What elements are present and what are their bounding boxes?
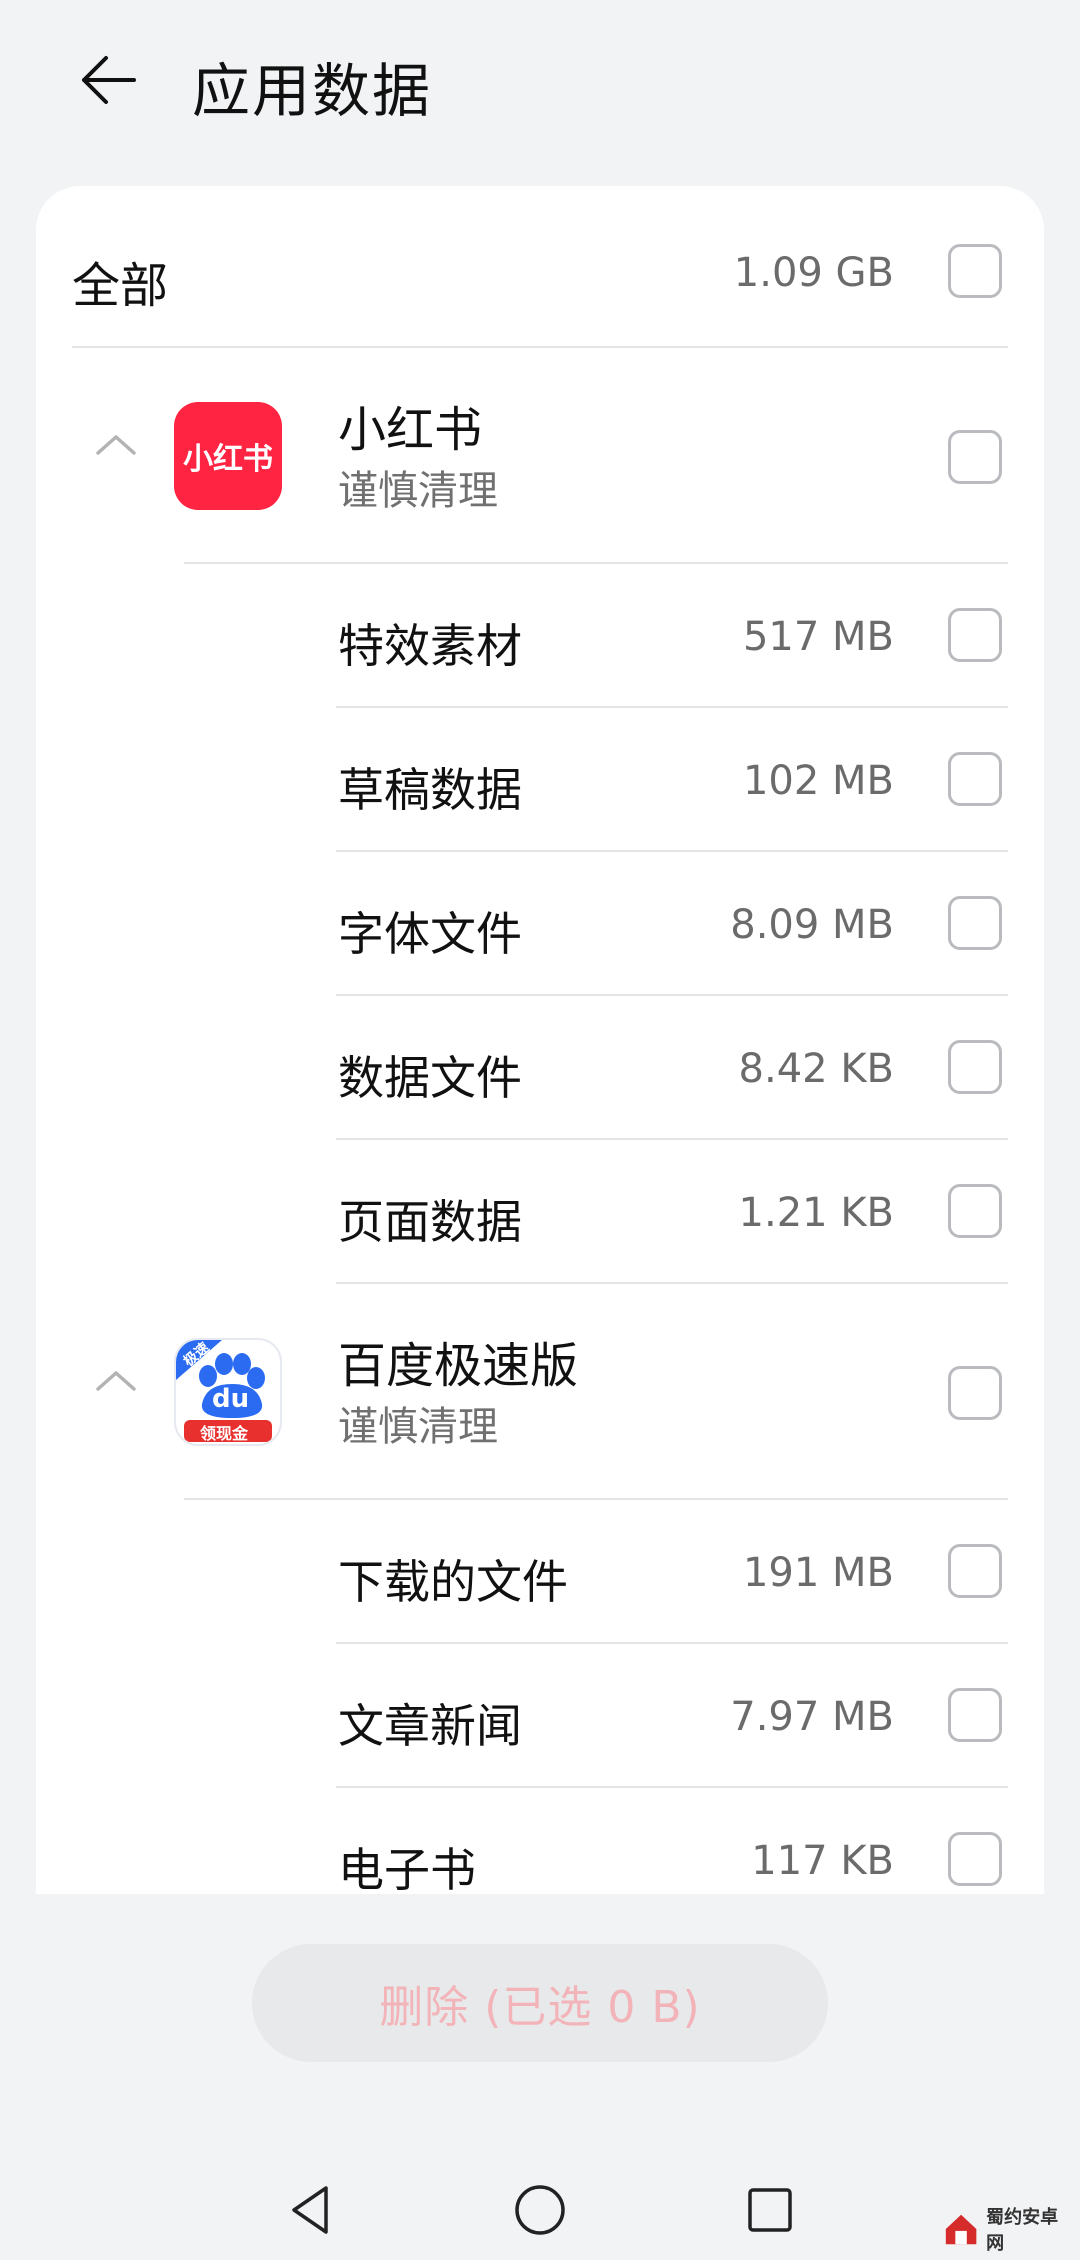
chevron-up-icon[interactable] [86,424,146,464]
data-item-size: 102 MB [742,758,894,804]
data-item-size: 191 MB [742,1550,894,1596]
house-logo-icon [945,2214,977,2245]
back-button[interactable] [68,40,148,120]
recent-square-icon [748,2188,792,2232]
data-item-size: 1.21 KB [738,1190,894,1236]
data-item-checkbox[interactable] [948,1040,1002,1094]
data-item-checkbox[interactable] [948,896,1002,950]
chevron-up-icon[interactable] [86,1360,146,1400]
data-item-label: 文章新闻 [338,1699,522,1753]
app-clean-note: 谨慎清理 [338,468,498,514]
home-circle-icon [515,2185,565,2235]
data-item-label: 页面数据 [338,1195,522,1249]
data-item-label: 下载的文件 [338,1555,568,1609]
data-item-size: 117 KB [751,1838,894,1884]
data-item-size: 8.42 KB [738,1046,894,1092]
data-item-row[interactable]: 特效素材 517 MB [36,564,1044,708]
data-item-label: 草稿数据 [338,763,522,817]
data-item-checkbox[interactable] [948,1688,1002,1742]
nav-home-button[interactable] [500,2170,580,2250]
data-item-label: 字体文件 [338,907,522,961]
page-title: 应用数据 [192,57,433,125]
baidu-lite-app-icon: 极速 du 领现金 [174,1338,282,1446]
data-item-checkbox[interactable] [948,1184,1002,1238]
top-bar: 应用数据 [0,0,1080,170]
delete-button[interactable]: 删除 (已选 0 B) [252,1944,828,2062]
nav-back-button[interactable] [270,2170,350,2250]
app-checkbox[interactable] [948,1366,1002,1420]
data-item-label: 特效素材 [338,619,522,673]
bottom-action-bar: 删除 (已选 0 B) 蜀约安卓网 [0,1894,1080,2260]
data-item-checkbox[interactable] [948,1832,1002,1886]
data-item-size: 8.09 MB [730,902,894,948]
data-item-label: 电子书 [338,1843,476,1894]
app-row-baidu-lite[interactable]: 极速 du 领现金 百度极速版 谨慎清理 [36,1284,1044,1500]
data-item-size: 7.97 MB [730,1694,894,1740]
data-item-row[interactable]: 电子书 117 KB [36,1788,1044,1894]
select-all-label: 全部 [72,258,169,314]
data-item-row[interactable]: 字体文件 8.09 MB [36,852,1044,996]
site-watermark: 蜀约安卓网 [942,2204,1072,2254]
data-item-row[interactable]: 文章新闻 7.97 MB [36,1644,1044,1788]
data-item-row[interactable]: 页面数据 1.21 KB [36,1140,1044,1284]
xiaohongshu-app-icon: 小红书 [174,402,282,510]
data-item-size: 517 MB [742,614,894,660]
total-size: 1.09 GB [733,250,894,296]
back-triangle-icon [292,2186,328,2234]
data-item-row[interactable]: 下载的文件 191 MB [36,1500,1044,1644]
data-item-checkbox[interactable] [948,752,1002,806]
data-item-row[interactable]: 草稿数据 102 MB [36,708,1044,852]
app-row-xiaohongshu[interactable]: 小红书 小红书 谨慎清理 [36,348,1044,564]
data-item-label: 数据文件 [338,1051,522,1105]
app-name: 小红书 [338,402,483,458]
select-all-row[interactable]: 全部 1.09 GB [36,186,1044,348]
data-item-checkbox[interactable] [948,608,1002,662]
app-checkbox[interactable] [948,430,1002,484]
app-clean-note: 谨慎清理 [338,1404,498,1450]
data-item-checkbox[interactable] [948,1544,1002,1598]
data-item-row[interactable]: 数据文件 8.42 KB [36,996,1044,1140]
arrow-left-icon [82,56,136,104]
nav-recent-button[interactable] [730,2170,810,2250]
app-name: 百度极速版 [338,1338,579,1394]
select-all-checkbox[interactable] [948,244,1002,298]
app-data-list: 全部 1.09 GB 小红书 小红书 谨慎清理 特效素材 517 MB 草稿数据… [36,186,1044,1894]
